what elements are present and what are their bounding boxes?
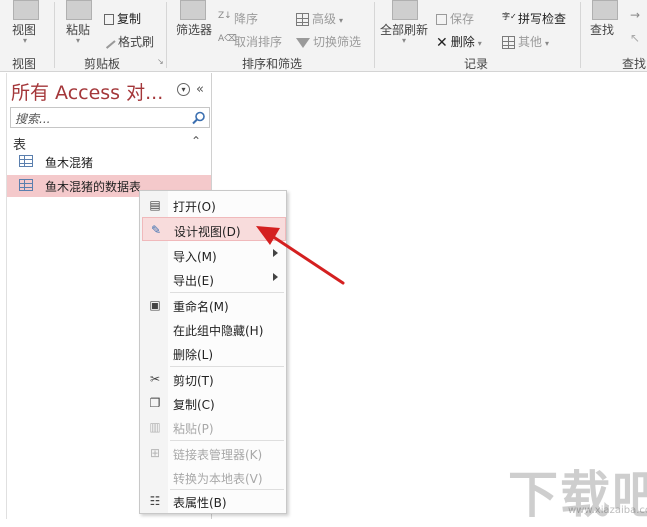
annotation-arrow [256, 226, 345, 285]
watermark-logo: 下载吧 [508, 466, 647, 524]
watermark-url: www.xiazaiba.com [568, 505, 647, 516]
